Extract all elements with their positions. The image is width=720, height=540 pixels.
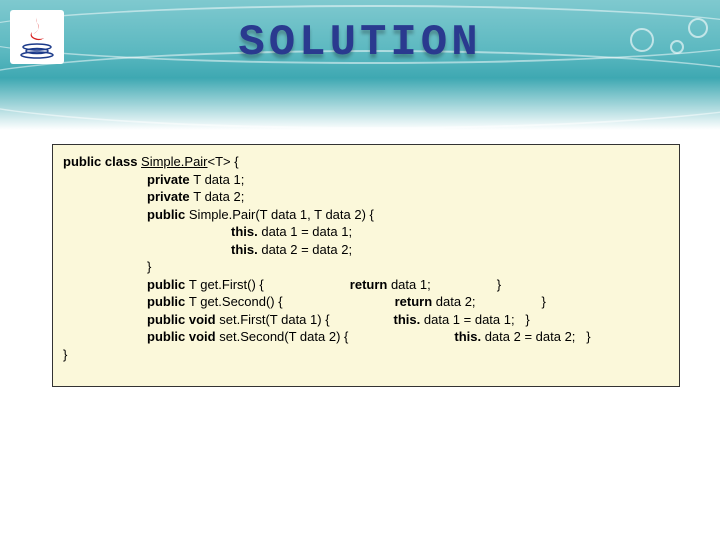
code-line: private T data 2;	[63, 188, 669, 206]
code-line: public class Simple.Pair<T> {	[63, 153, 669, 171]
code-line: public Simple.Pair(T data 1, T data 2) {	[63, 206, 669, 224]
code-line: public T get.First() { return data 1; }	[63, 276, 669, 294]
code-line: this. data 2 = data 2;	[63, 241, 669, 259]
code-line: }	[63, 258, 669, 276]
code-line: public void set.Second(T data 2) { this.…	[63, 328, 669, 346]
code-block: public class Simple.Pair<T> { private T …	[52, 144, 680, 387]
slide-title: SOLUTION	[0, 18, 720, 68]
code-line: this. data 1 = data 1;	[63, 223, 669, 241]
code-line: private T data 1;	[63, 171, 669, 189]
code-line: }	[63, 346, 669, 364]
code-line: public void set.First(T data 1) { this. …	[63, 311, 669, 329]
code-line: public T get.Second() { return data 2; }	[63, 293, 669, 311]
